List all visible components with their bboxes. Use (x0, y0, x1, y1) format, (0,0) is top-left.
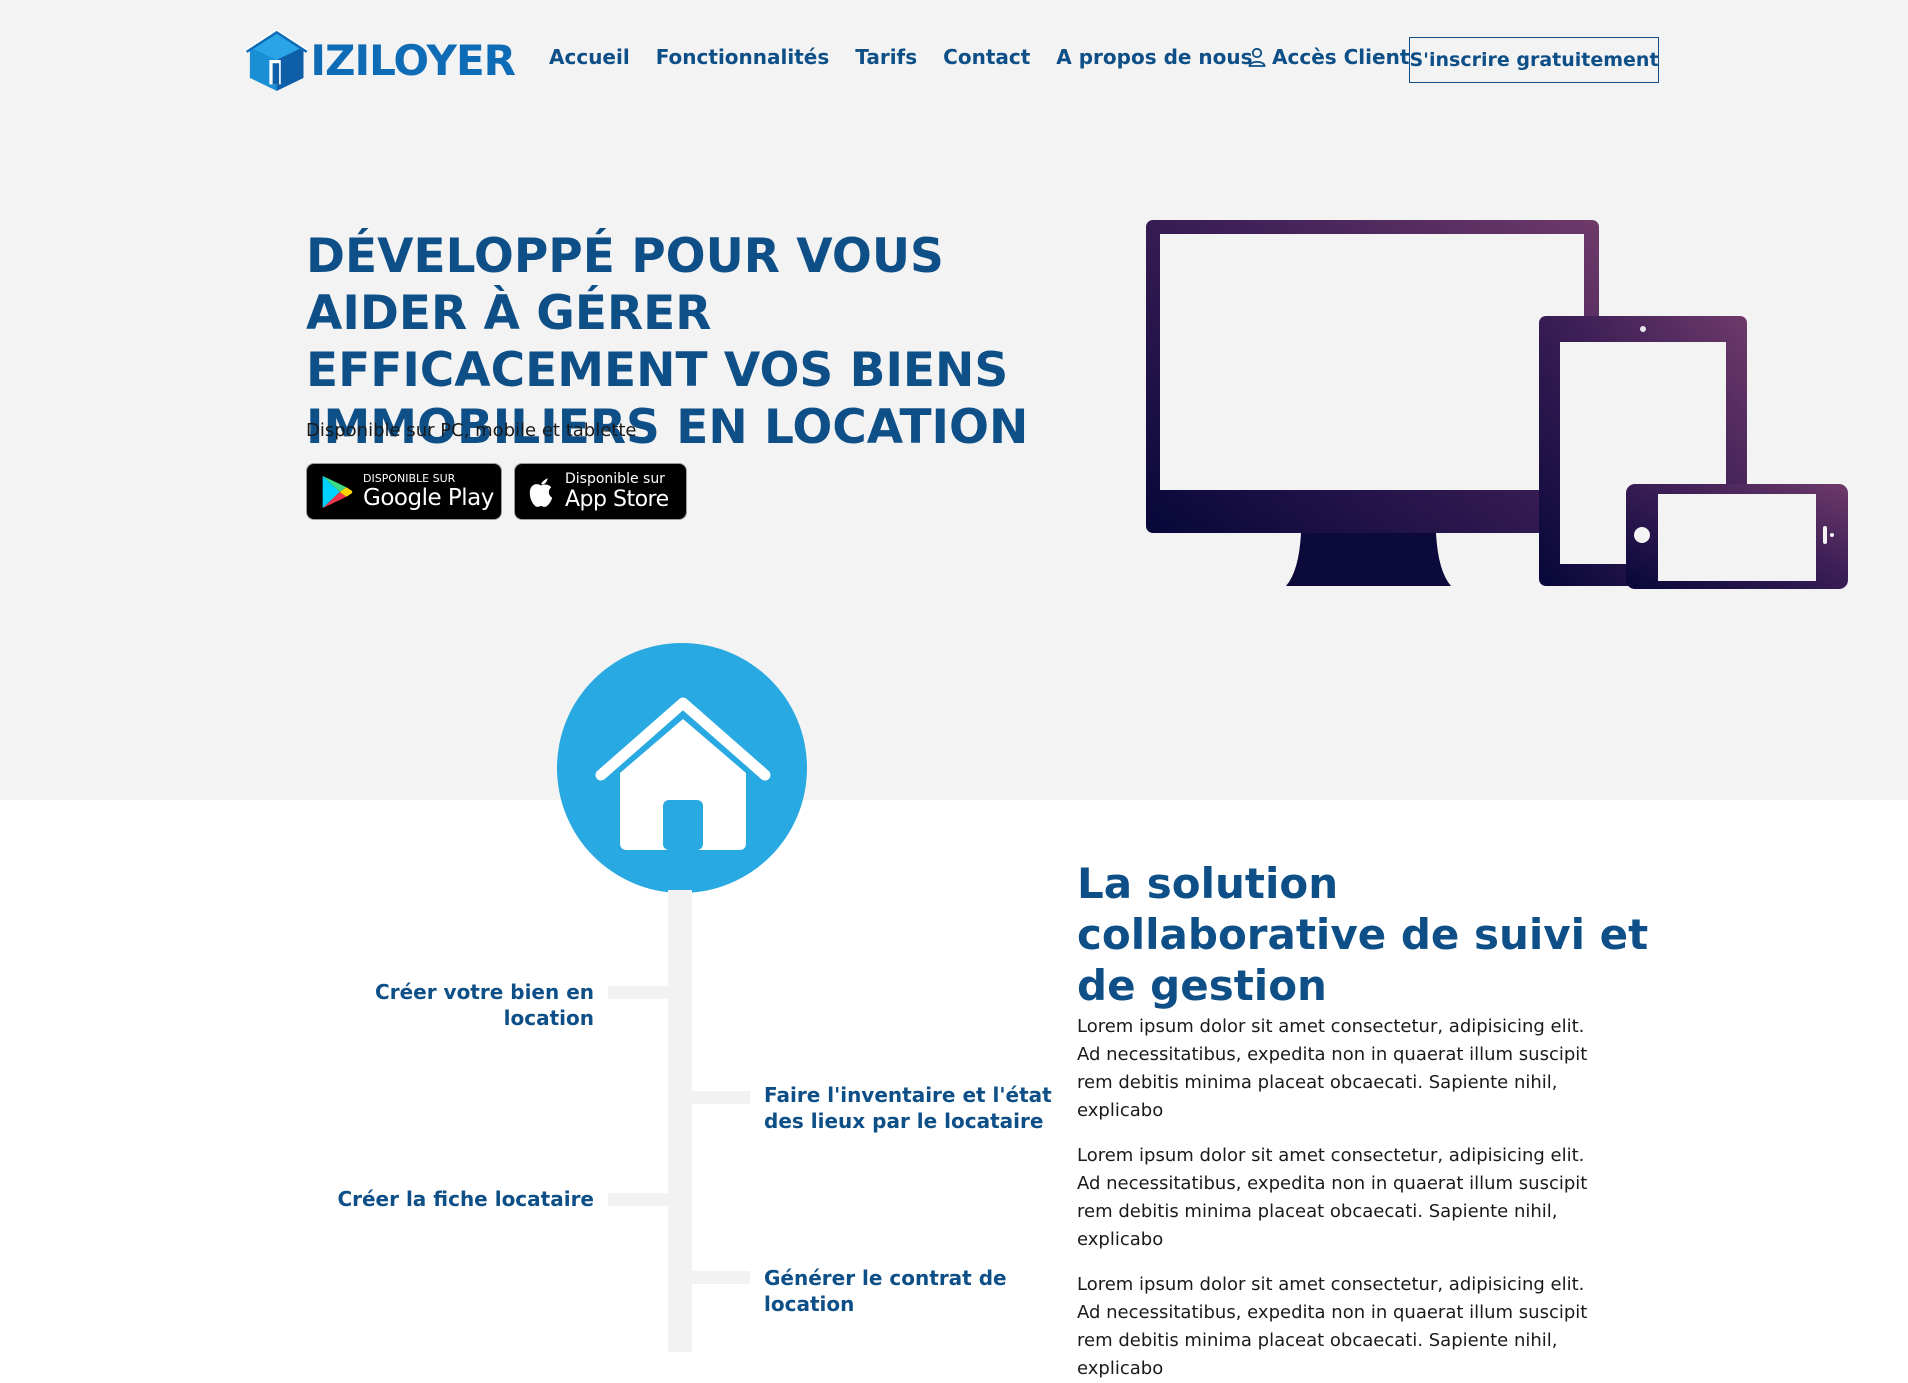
user-icon (1248, 47, 1266, 67)
main-nav: Accueil Fonctionnalités Tarifs Contact A… (549, 45, 1253, 69)
logo[interactable]: IZILOYER (245, 20, 516, 100)
timeline-step-4: Générer le contrat de location (764, 1266, 1007, 1316)
timeline-tick (692, 1091, 750, 1104)
timeline-tick (692, 1271, 750, 1284)
logo-text: IZILOYER (310, 35, 516, 85)
nav-contact[interactable]: Contact (943, 45, 1030, 69)
timeline-spine (668, 890, 692, 1352)
logo-house-icon (245, 28, 308, 91)
solution-paragraph-2: Lorem ipsum dolor sit amet consectetur, … (1077, 1145, 1588, 1250)
google-play-icon (322, 475, 353, 508)
google-play-small: DISPONIBLE SUR (363, 471, 456, 485)
house-icon (595, 697, 771, 850)
signup-button[interactable]: S'inscrire gratuitement (1409, 37, 1659, 83)
devices-illustration (1146, 220, 1848, 589)
timeline-step-3: Créer la fiche locataire (337, 1187, 594, 1211)
timeline-step-1: Créer votre bien en location (375, 980, 594, 1030)
timeline-step-2: Faire l'inventaire et l'état des lieux p… (764, 1083, 1052, 1133)
nav-accueil[interactable]: Accueil (549, 45, 630, 69)
solution-title: La solution collaborative de suivi et de… (1077, 859, 1649, 1010)
client-access-label: Accès Client (1272, 45, 1410, 69)
solution-paragraph-1: Lorem ipsum dolor sit amet consectetur, … (1077, 1016, 1588, 1121)
nav-a-propos[interactable]: A propos de nous (1056, 45, 1252, 69)
solution-paragraph-3: Lorem ipsum dolor sit amet consectetur, … (1077, 1274, 1588, 1379)
timeline-tick (608, 986, 668, 999)
nav-fonctionnalites[interactable]: Fonctionnalités (656, 45, 830, 69)
hero-subtitle: Disponible sur PC, mobile et tablette (306, 420, 637, 441)
google-play-badge[interactable]: DISPONIBLE SUR Google Play (306, 463, 502, 520)
nav-tarifs[interactable]: Tarifs (855, 45, 917, 69)
app-store-badge[interactable]: Disponible sur App Store (514, 463, 687, 520)
apple-icon (529, 477, 553, 507)
client-access-link[interactable]: Accès Client (1248, 45, 1409, 69)
google-play-big: Google Play (363, 484, 494, 511)
timeline-tick (608, 1193, 668, 1206)
house-circle (557, 643, 807, 893)
app-store-big: App Store (565, 486, 669, 512)
app-store-small: Disponible sur (565, 470, 665, 487)
